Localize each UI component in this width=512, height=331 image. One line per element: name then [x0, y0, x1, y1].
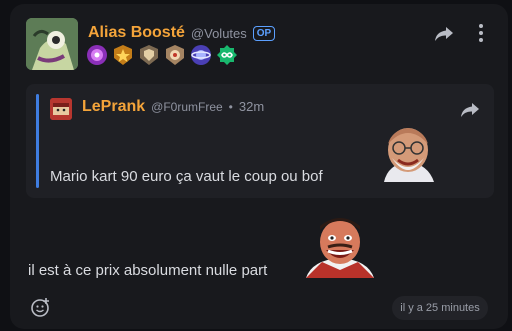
shield-badge-icon[interactable]	[138, 44, 160, 66]
quote-message: Mario kart 90 euro ça vaut le coup ou bo…	[50, 168, 323, 185]
quote-author-name[interactable]: LePrank	[82, 98, 145, 116]
quote-author-handle[interactable]: @F0rumFree	[151, 100, 223, 114]
planet-badge-icon[interactable]	[190, 44, 212, 66]
share-arrow-icon[interactable]	[434, 26, 454, 42]
author-avatar[interactable]	[26, 18, 78, 70]
quote-author-avatar[interactable]	[50, 98, 72, 120]
laughing-man-sticker	[306, 218, 374, 278]
post-message: il est à ce prix absolument nulle part	[28, 262, 268, 279]
badge-row	[86, 44, 238, 66]
emoji-reaction-icon[interactable]	[30, 296, 52, 318]
infinity-badge-icon[interactable]	[216, 44, 238, 66]
post-card: Alias Boosté @Volutes OP LePrank @F0rumF…	[10, 4, 508, 329]
quoted-post[interactable]: LePrank @F0rumFree • 32m Mario kart 90 e…	[26, 84, 494, 198]
quote-bar	[36, 94, 39, 188]
post-timestamp: il y a 25 minutes	[392, 296, 488, 320]
author-handle[interactable]: @Volutes	[191, 26, 247, 41]
share-arrow-icon[interactable]	[460, 102, 480, 118]
post-author: Alias Boosté @Volutes OP	[88, 22, 276, 44]
quote-author: LePrank @F0rumFree • 32m	[82, 98, 264, 120]
flame-badge-icon[interactable]	[164, 44, 186, 66]
op-badge: OP	[252, 25, 276, 41]
gold-star-badge-icon[interactable]	[112, 44, 134, 66]
purple-gem-badge-icon[interactable]	[86, 44, 108, 66]
kebab-menu-icon[interactable]	[478, 24, 484, 42]
quote-time: 32m	[238, 99, 265, 114]
laughing-old-man-sticker	[384, 128, 434, 182]
quote-separator: •	[228, 100, 233, 114]
author-name[interactable]: Alias Boosté	[88, 24, 185, 42]
